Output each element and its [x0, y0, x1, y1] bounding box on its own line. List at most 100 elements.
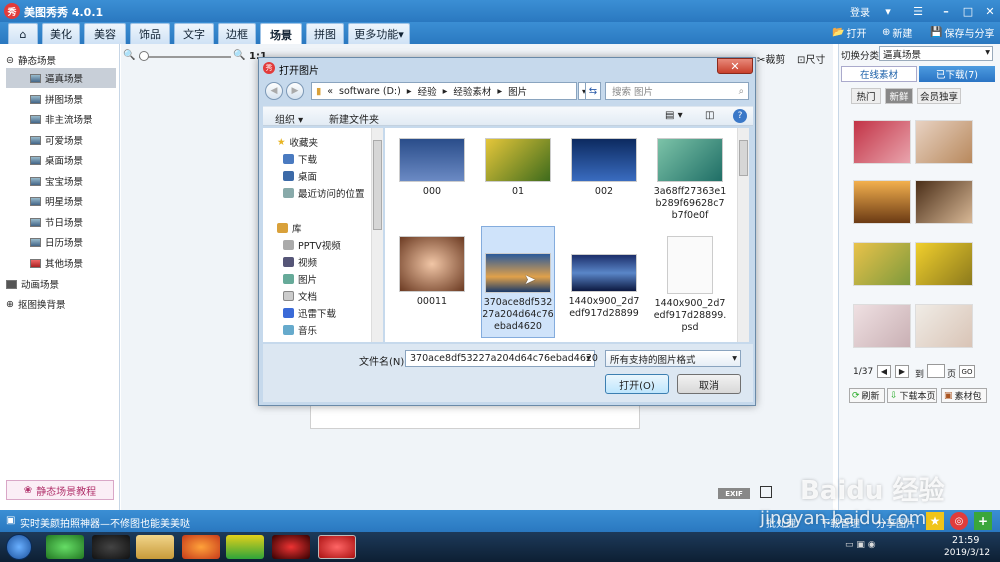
zoom-slider[interactable] [139, 56, 231, 58]
subtab-hot[interactable]: 热门 [851, 88, 881, 104]
static-scene-tutorial-button[interactable]: ❀ 静态场景教程 [6, 480, 114, 500]
page-number-input[interactable] [927, 364, 945, 378]
save-share-button[interactable]: 💾 保存与分享 [930, 25, 994, 40]
breadcrumb-drive[interactable]: software (D:) [339, 86, 401, 97]
back-icon[interactable]: ◀ [265, 82, 283, 100]
breadcrumb-folder[interactable]: 经验 [418, 84, 437, 98]
scene-item-other[interactable]: 其他场景 [6, 253, 116, 273]
preview-pane-icon[interactable]: ◫ [705, 110, 714, 121]
go-button[interactable]: GO [959, 365, 975, 378]
organize-button[interactable]: 组织 ▾ [275, 111, 303, 126]
subtab-new[interactable]: 新鲜 [885, 88, 913, 104]
anim-scene-group[interactable]: 动画场景 [6, 274, 116, 294]
tab-border[interactable]: 边框 [218, 23, 256, 44]
scene-item-cute[interactable]: 可爱场景 [6, 130, 116, 150]
material-thumb[interactable] [915, 242, 973, 286]
file-item[interactable]: 00011 [395, 236, 469, 308]
scene-item-desktop[interactable]: 桌面场景 [6, 150, 116, 170]
file-item-selected[interactable]: 370ace8df53227a204d64c76ebad4620 [481, 226, 555, 338]
tab-collage[interactable]: 拼图 [306, 23, 344, 44]
tab-face[interactable]: 美容 [84, 23, 126, 44]
material-thumb[interactable] [853, 242, 911, 286]
close-icon[interactable]: ✕ [982, 3, 998, 19]
category-select[interactable]: 逼真场景 ▾ [879, 46, 993, 61]
nav-videos[interactable]: 视频 [283, 254, 317, 270]
taskbar-player-icon[interactable] [226, 535, 264, 559]
scene-item-baby[interactable]: 宝宝场景 [6, 171, 116, 191]
refresh-button[interactable]: ⟳ 刷新 [849, 388, 885, 403]
minimize-icon[interactable]: – [938, 3, 954, 19]
new-folder-button[interactable]: 新建文件夹 [329, 111, 379, 126]
material-thumb[interactable] [915, 304, 973, 348]
login-link[interactable]: 登录 [850, 4, 870, 19]
file-item[interactable]: 002 [567, 138, 641, 198]
crop-button[interactable]: ✂裁剪 [757, 51, 785, 66]
nav-pictures[interactable]: 图片 [283, 271, 317, 287]
breadcrumb-current[interactable]: 图片 [508, 84, 527, 98]
file-item[interactable]: 3a68ff27363e1b289f69628c7b7f0e0f [653, 138, 727, 222]
plus-icon[interactable]: + [974, 512, 992, 530]
tab-accessories[interactable]: 饰品 [130, 23, 170, 44]
file-scrollbar[interactable] [737, 128, 749, 342]
tab-more[interactable]: 更多功能 ▾ [348, 23, 410, 44]
zoom-slider-handle[interactable] [139, 51, 149, 61]
file-type-select[interactable]: 所有支持的图片格式 ▾ [605, 350, 741, 367]
scene-item-calendar[interactable]: 日历场景 [6, 232, 116, 252]
nav-scrollbar[interactable] [371, 128, 383, 342]
material-thumb[interactable] [915, 180, 973, 224]
start-button-icon[interactable] [6, 534, 32, 560]
promo-link[interactable]: 实时美颜拍照神器—不修图也能美美哒 [20, 515, 190, 530]
material-thumb[interactable] [853, 180, 911, 224]
taskbar-explorer-icon[interactable] [136, 535, 174, 559]
tray-icons[interactable]: ▭ ▣ ◉ [845, 540, 876, 550]
nav-thunder[interactable]: 迅雷下载 [283, 305, 336, 321]
file-item[interactable]: 1440x900_2d7edf917d28899 [567, 236, 641, 320]
nav-documents[interactable]: 文档 [283, 288, 317, 304]
filename-input[interactable]: 370ace8df53227a204d64c76ebad4620 ▾ [405, 350, 598, 367]
scene-item-festival[interactable]: 节日场景 [6, 212, 116, 232]
home-icon[interactable]: ⌂ [8, 23, 38, 44]
taskbar-meitu-icon[interactable] [318, 535, 356, 559]
nav-favorites[interactable]: ★ 收藏夹 [277, 134, 318, 150]
zoom-out-icon[interactable]: 🔍 [123, 50, 135, 61]
tab-scene[interactable]: 场景 [260, 23, 302, 45]
cutout-group[interactable]: ⊕ 抠图换背景 [6, 294, 116, 314]
material-thumb[interactable] [915, 120, 973, 164]
taskbar-firefox-icon[interactable] [182, 535, 220, 559]
open-button[interactable]: 打开(O) [605, 374, 669, 394]
weibo-icon[interactable]: ◎ [950, 512, 968, 530]
tab-downloaded[interactable]: 已下载(7) [919, 66, 995, 82]
subtab-vip[interactable]: 会员独享 [917, 88, 961, 104]
next-page-icon[interactable]: ▶ [895, 365, 909, 378]
tab-text[interactable]: 文字 [174, 23, 214, 44]
address-bar[interactable]: ▮ « software (D:) ▸ 经验 ▸ 经验素材 ▸ 图片 [311, 82, 577, 100]
file-item[interactable]: 000 [395, 138, 469, 198]
breadcrumb-folder[interactable]: 经验素材 [453, 84, 491, 98]
taskbar-record-icon[interactable] [272, 535, 310, 559]
tab-beautify[interactable]: 美化 [42, 23, 80, 44]
taskbar-360-icon[interactable] [46, 535, 84, 559]
nav-desktop[interactable]: 桌面 [283, 168, 317, 184]
cancel-button[interactable]: 取消 [677, 374, 741, 394]
search-input[interactable]: 搜索 图片 ⌕ [605, 82, 749, 100]
taskbar-qq-icon[interactable] [92, 535, 130, 559]
forward-icon[interactable]: ▶ [286, 82, 304, 100]
exif-badge[interactable]: EXIF [718, 488, 750, 499]
download-page-button[interactable]: ⇩ 下载本页 [887, 388, 937, 403]
size-button[interactable]: ⊡尺寸 [797, 51, 825, 66]
view-options-icon[interactable]: ▤ ▾ [665, 110, 683, 121]
scene-item-nonmainstream[interactable]: 非主流场景 [6, 109, 116, 129]
compare-icon[interactable] [760, 486, 772, 498]
scene-item-realistic[interactable]: 逼真场景 [6, 68, 116, 88]
static-scene-group[interactable]: ⊝ 静态场景 [6, 50, 116, 70]
refresh-icon[interactable]: ⇆ [585, 82, 601, 100]
nav-libraries[interactable]: 库 [277, 220, 302, 236]
dialog-close-icon[interactable]: ✕ [717, 58, 753, 74]
skin-icon[interactable]: ▾ [880, 3, 896, 19]
maximize-icon[interactable]: □ [960, 3, 976, 19]
material-thumb[interactable] [853, 120, 911, 164]
nav-pptv[interactable]: PPTV视频 [283, 237, 341, 253]
file-item[interactable]: 1440x900_2d7edf917d28899.psd [653, 236, 727, 334]
nav-downloads[interactable]: 下载 [283, 151, 317, 167]
help-icon[interactable]: ? [733, 109, 747, 123]
